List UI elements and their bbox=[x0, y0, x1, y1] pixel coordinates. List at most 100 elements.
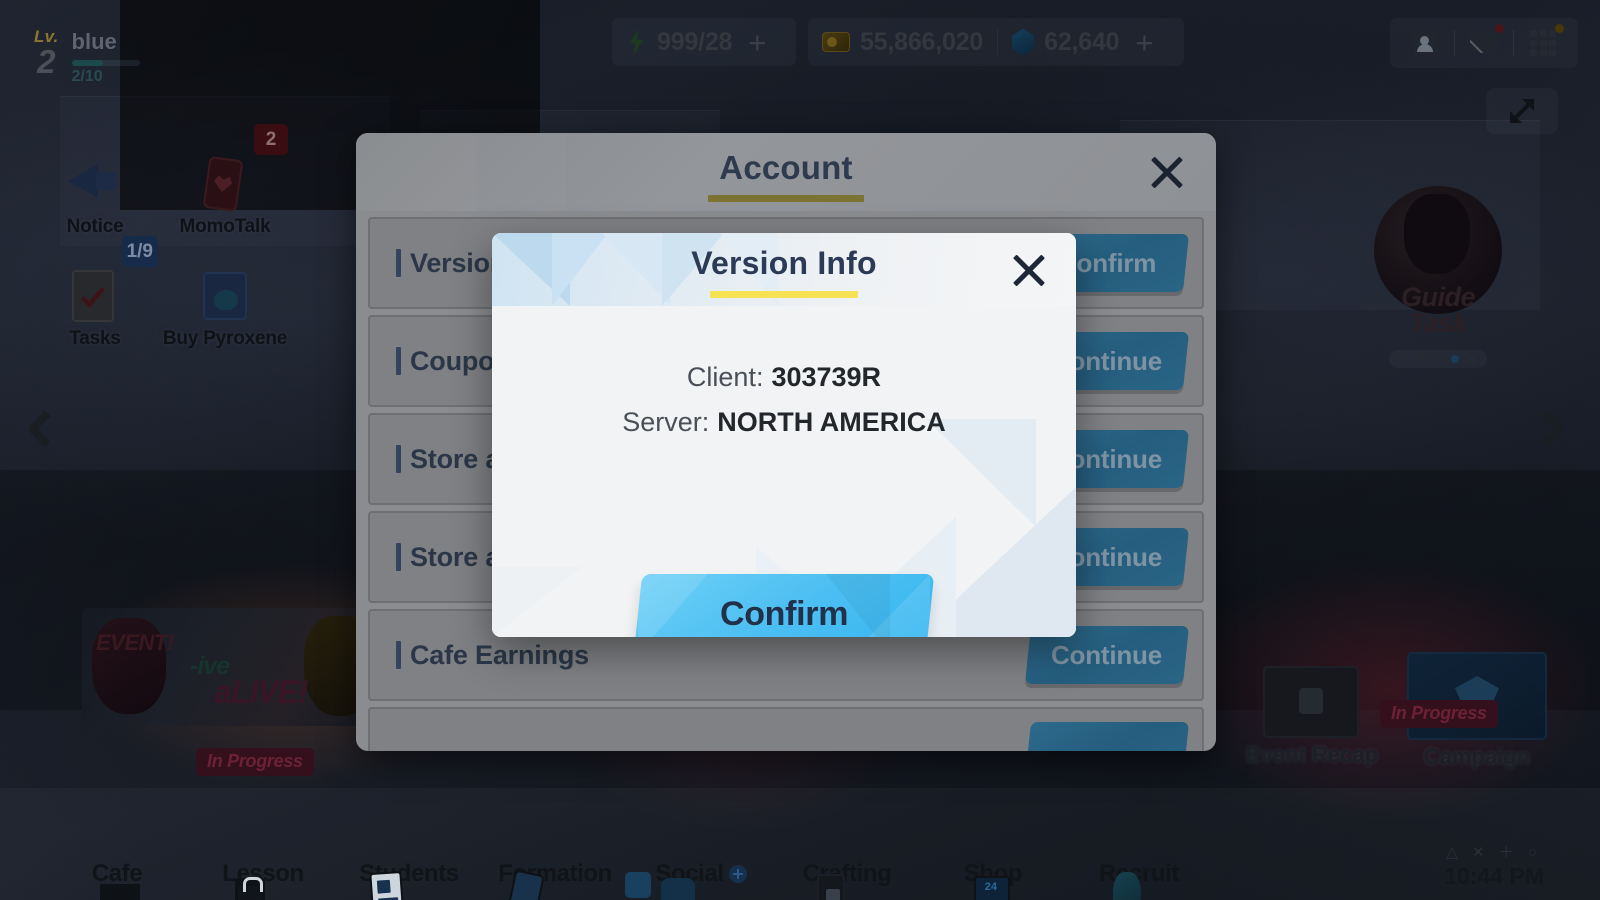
nav-item-cafe[interactable]: Cafe bbox=[44, 860, 190, 900]
title-underline bbox=[708, 195, 864, 202]
quick-item-label: Notice bbox=[66, 216, 124, 237]
nav-item-crafting[interactable]: Crafting bbox=[774, 860, 920, 900]
clock-time: 10:44 PM bbox=[1444, 863, 1544, 889]
row-accent-bar bbox=[396, 347, 401, 375]
guide-task-pagination[interactable] bbox=[1389, 350, 1487, 368]
chevron-left-icon bbox=[26, 410, 64, 448]
player-name-block: blue 2/10 bbox=[71, 28, 140, 86]
xp-bar bbox=[71, 60, 140, 67]
clipboard-check-icon bbox=[64, 266, 126, 326]
bottom-navigation-bar: Cafe Lesson Students Formation Social Cr… bbox=[0, 788, 1600, 900]
menu-notification-dot bbox=[1555, 24, 1564, 33]
nav-item-students[interactable]: Students bbox=[336, 860, 482, 900]
megaphone-icon bbox=[64, 154, 126, 214]
credit-icon bbox=[822, 32, 850, 52]
tasks-badge: 1/9 bbox=[121, 236, 158, 267]
menu-button[interactable] bbox=[1514, 21, 1572, 65]
nav-label: Crafting bbox=[802, 860, 892, 887]
event-banner[interactable]: EVENT! -ive aLIVE! bbox=[82, 608, 382, 726]
quick-item-label: Tasks bbox=[69, 328, 121, 349]
pyroxene-add-button[interactable]: + bbox=[1119, 27, 1169, 58]
pyroxene-icon bbox=[1012, 28, 1035, 56]
grid-menu-icon bbox=[1530, 30, 1556, 56]
account-row-button[interactable] bbox=[1024, 722, 1190, 751]
quick-item-label: Buy Pyroxene bbox=[162, 328, 288, 349]
ap-value: 999/28 bbox=[657, 27, 733, 56]
version-confirm-button[interactable]: Confirm bbox=[633, 574, 935, 637]
event-banner-tag: EVENT! bbox=[96, 630, 174, 655]
account-dialog-header: Account bbox=[356, 133, 1216, 211]
quick-item-label: MomoTalk bbox=[179, 216, 271, 237]
version-modal-close-button[interactable] bbox=[1006, 247, 1052, 293]
tile-label: Campaign bbox=[1423, 744, 1531, 769]
account-close-button[interactable] bbox=[1144, 149, 1190, 195]
page-dot-active[interactable] bbox=[1451, 355, 1459, 363]
nav-item-social[interactable]: Social bbox=[625, 860, 774, 900]
event-banner-title2: aLIVE! bbox=[214, 674, 309, 710]
credit-value: 55,866,020 bbox=[860, 27, 984, 56]
version-info-modal: Version Info Client: 303739R Server: NORTH… bbox=[492, 233, 1076, 637]
version-modal-title: Version Info bbox=[691, 245, 877, 281]
account-row-label: Store a bbox=[410, 443, 501, 474]
page-dot[interactable] bbox=[1434, 355, 1442, 363]
version-info-list: Client: 303739R Server: NORTH AMERICA bbox=[492, 362, 1076, 452]
title-underline bbox=[710, 291, 858, 298]
friend-list-button[interactable] bbox=[1396, 21, 1454, 65]
server-info-line: Server: NORTH AMERICA bbox=[492, 407, 1076, 438]
row-accent-bar bbox=[396, 641, 401, 669]
controller-keys-hint: △ ✕ ＋ ○ bbox=[1446, 844, 1542, 861]
system-clock: △ ✕ ＋ ○ 10:44 PM bbox=[1444, 841, 1544, 890]
quick-menu-grid: Notice 2 MomoTalk 1/9 Tasks Buy Pyroxene bbox=[30, 124, 290, 352]
carousel-prev-button[interactable] bbox=[18, 408, 76, 466]
nav-item-recruit[interactable]: Recruit bbox=[1066, 860, 1212, 900]
close-icon bbox=[1144, 149, 1190, 195]
server-label: Server: bbox=[622, 407, 710, 437]
game-screen: Lv. 2 blue 2/10 999/28 + 55,866,020 62,6… bbox=[0, 0, 1600, 900]
momotalk-badge: 2 bbox=[254, 124, 288, 155]
mail-button[interactable] bbox=[1455, 21, 1513, 65]
page-dot[interactable] bbox=[1417, 355, 1425, 363]
credit-resource: 55,866,020 bbox=[822, 28, 983, 57]
account-row-label: Cafe Earnings bbox=[410, 639, 589, 670]
chevron-right-icon bbox=[1528, 410, 1566, 448]
player-profile[interactable]: Lv. 2 blue 2/10 bbox=[34, 28, 140, 86]
event-status-tag: In Progress bbox=[196, 748, 314, 776]
xp-bar-fill bbox=[71, 60, 104, 67]
mail-icon bbox=[1470, 33, 1498, 53]
ap-resource-group: 999/28 + bbox=[612, 18, 797, 66]
player-level: Lv. 2 bbox=[34, 28, 59, 80]
carousel-next-button[interactable] bbox=[1524, 408, 1582, 466]
quick-item-tasks[interactable]: 1/9 Tasks bbox=[30, 236, 160, 352]
server-value: NORTH AMERICA bbox=[717, 407, 946, 437]
pyroxene-value: 62,640 bbox=[1044, 27, 1120, 56]
player-name: blue bbox=[71, 29, 117, 54]
row-accent-bar bbox=[396, 543, 401, 571]
mail-notification-dot bbox=[1495, 24, 1504, 33]
divider bbox=[997, 29, 999, 55]
tile-event-recap[interactable]: Event Recap bbox=[1246, 666, 1379, 768]
version-confirm-label: Confirm bbox=[719, 594, 849, 633]
campaign-status-tag: In Progress bbox=[1380, 700, 1498, 728]
quick-item-notice[interactable]: Notice bbox=[30, 128, 160, 240]
row-accent-bar bbox=[396, 249, 401, 277]
phone-heart-icon bbox=[194, 154, 256, 214]
page-dot[interactable] bbox=[1468, 355, 1476, 363]
quick-item-momotalk[interactable]: 2 MomoTalk bbox=[160, 124, 290, 240]
account-row[interactable] bbox=[368, 707, 1204, 751]
guide-task-title2: Task bbox=[1408, 308, 1468, 338]
account-row-button-label: Continue bbox=[1051, 639, 1163, 670]
social-add-icon[interactable] bbox=[728, 865, 747, 883]
guide-task-widget[interactable]: Guide Task bbox=[1338, 186, 1538, 368]
close-icon bbox=[1006, 247, 1052, 293]
tile-label: Event Recap bbox=[1246, 742, 1379, 767]
lock-icon bbox=[1263, 666, 1359, 738]
ap-add-button[interactable]: + bbox=[732, 27, 782, 58]
nav-item-formation[interactable]: Formation bbox=[482, 860, 628, 900]
page-dot[interactable] bbox=[1400, 355, 1408, 363]
quick-item-buy-pyroxene[interactable]: Buy Pyroxene bbox=[160, 240, 290, 352]
account-dialog-title: Account bbox=[719, 149, 853, 186]
nav-item-shop[interactable]: Shop bbox=[920, 860, 1066, 900]
fullscreen-expand-button[interactable] bbox=[1486, 88, 1558, 134]
nav-item-lesson[interactable]: Lesson bbox=[190, 860, 336, 900]
level-value: 2 bbox=[37, 43, 56, 80]
